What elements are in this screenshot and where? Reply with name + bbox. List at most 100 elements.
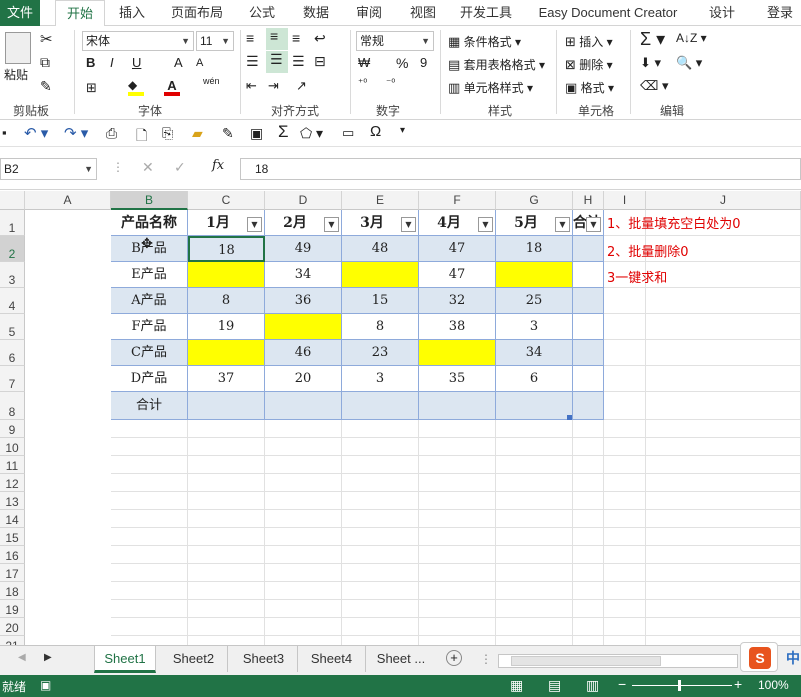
filter-dropdown-icon[interactable]: ▼ [401, 217, 416, 232]
empty-cell[interactable] [604, 456, 646, 474]
total-cell[interactable] [265, 392, 342, 420]
empty-cell[interactable] [111, 582, 188, 600]
print-preview-icon[interactable]: ⎙ [106, 125, 117, 142]
table-cell[interactable] [573, 340, 604, 366]
empty-cell[interactable] [573, 600, 604, 618]
total-cell[interactable] [342, 392, 419, 420]
percent-button[interactable]: % [396, 55, 408, 71]
empty-cell[interactable] [265, 564, 342, 582]
sign-in-link[interactable]: 登录 [760, 0, 800, 26]
empty-cell[interactable] [342, 600, 419, 618]
sheet-tab-sheet4[interactable]: Sheet4 [298, 646, 366, 672]
empty-cell[interactable] [604, 288, 646, 314]
row-header-9[interactable]: 9 [0, 420, 25, 438]
empty-cell[interactable] [646, 618, 801, 636]
empty-cell[interactable] [496, 438, 573, 456]
new-file-icon[interactable]: 🗋 [136, 125, 147, 149]
empty-cell[interactable] [646, 582, 801, 600]
table-cell[interactable]: 49 [265, 236, 342, 262]
empty-cell[interactable] [573, 564, 604, 582]
empty-cell[interactable] [573, 456, 604, 474]
total-cell[interactable] [188, 392, 265, 420]
table-cell[interactable] [419, 340, 496, 366]
table-cell[interactable] [573, 262, 604, 288]
empty-cell[interactable] [419, 600, 496, 618]
table-cell[interactable]: 25 [496, 288, 573, 314]
empty-cell[interactable] [573, 510, 604, 528]
table-cell[interactable]: 8 [342, 314, 419, 340]
column-header-c[interactable]: C [188, 191, 265, 210]
empty-cell[interactable] [342, 528, 419, 546]
empty-cell[interactable] [265, 528, 342, 546]
table-cell[interactable]: 3 [342, 366, 419, 392]
empty-cell[interactable] [111, 492, 188, 510]
empty-cell[interactable] [604, 420, 646, 438]
table-cell[interactable]: 32 [419, 288, 496, 314]
customize-qat-icon[interactable]: ▾ [400, 125, 405, 136]
filter-dropdown-icon[interactable]: ▼ [247, 217, 262, 232]
copy-icon[interactable]: ⧉ [40, 54, 50, 71]
orientation-icon[interactable]: ↗ [296, 78, 307, 94]
increase-indent-icon[interactable]: ⇥ [268, 78, 279, 94]
italic-button[interactable]: I [110, 55, 114, 70]
empty-cell[interactable] [342, 510, 419, 528]
empty-cell[interactable] [342, 618, 419, 636]
align-left-icon[interactable]: ☰ [246, 53, 259, 70]
table-cell[interactable]: E产品 [111, 262, 188, 288]
row-header-4[interactable]: 4 [0, 288, 25, 314]
table-cell[interactable]: 15 [342, 288, 419, 314]
empty-cell[interactable] [342, 636, 419, 645]
empty-cell[interactable] [111, 456, 188, 474]
font-name-select[interactable]: 宋体 ▼ [82, 31, 194, 51]
middle-align-icon[interactable]: ≡ [266, 28, 288, 50]
empty-cell[interactable] [419, 564, 496, 582]
save-icon[interactable]: ▪ [2, 125, 7, 140]
empty-cell[interactable] [111, 528, 188, 546]
empty-cell[interactable] [573, 528, 604, 546]
ime-mode-indicator[interactable]: 中 [786, 648, 800, 668]
format-painter-small-icon[interactable]: ✎ [222, 125, 234, 142]
row-header-10[interactable]: 10 [0, 438, 25, 456]
table-header-cell[interactable]: 合计▼ [573, 210, 604, 236]
empty-cell[interactable] [342, 474, 419, 492]
table-header-cell[interactable]: 4月 ▼ [419, 210, 496, 236]
empty-cell[interactable] [111, 510, 188, 528]
tab-file[interactable]: 文件 [0, 0, 40, 26]
table-cell[interactable]: 34 [265, 262, 342, 288]
empty-cell[interactable] [188, 420, 265, 438]
empty-cell[interactable] [573, 636, 604, 645]
row-header-8[interactable]: 8 [0, 392, 25, 420]
scrollbar-thumb[interactable] [511, 656, 661, 666]
empty-cell[interactable] [604, 366, 646, 392]
fill-color-icon[interactable]: ◆ [128, 78, 144, 96]
table-cell[interactable] [573, 314, 604, 340]
borders-icon[interactable]: ⊞ [86, 80, 97, 96]
table-cell[interactable] [573, 236, 604, 262]
filter-dropdown-icon[interactable]: ▼ [324, 217, 339, 232]
column-header-j[interactable]: J [646, 191, 801, 210]
table-cell[interactable] [188, 340, 265, 366]
next-sheet-icon[interactable]: ▶ [44, 652, 52, 663]
empty-cell[interactable] [646, 564, 801, 582]
format-cells-button[interactable]: ▣ 格式 ▾ [565, 79, 614, 96]
font-color-icon[interactable]: A [164, 78, 180, 96]
empty-cell[interactable] [604, 528, 646, 546]
open-folder-icon[interactable]: ▰ [192, 125, 203, 142]
sheet-tab-more[interactable]: Sheet ... [370, 646, 432, 672]
empty-cell[interactable] [604, 636, 646, 645]
empty-cell[interactable] [646, 314, 801, 340]
align-right-icon[interactable]: ☰ [292, 53, 305, 70]
empty-cell[interactable] [265, 600, 342, 618]
empty-cell[interactable] [188, 600, 265, 618]
name-box[interactable]: B2 ▼ [0, 158, 97, 180]
row-header-11[interactable]: 11 [0, 456, 25, 474]
empty-cell[interactable] [265, 546, 342, 564]
empty-cell[interactable] [419, 420, 496, 438]
row-header-16[interactable]: 16 [0, 546, 25, 564]
table-cell[interactable]: D产品 [111, 366, 188, 392]
tab-developer[interactable]: 开发工具 [456, 0, 516, 26]
table-cell[interactable]: 20 [265, 366, 342, 392]
row-header-13[interactable]: 13 [0, 492, 25, 510]
paste-button[interactable]: 粘贴 [4, 66, 28, 83]
add-sheet-icon[interactable]: + [446, 650, 462, 666]
